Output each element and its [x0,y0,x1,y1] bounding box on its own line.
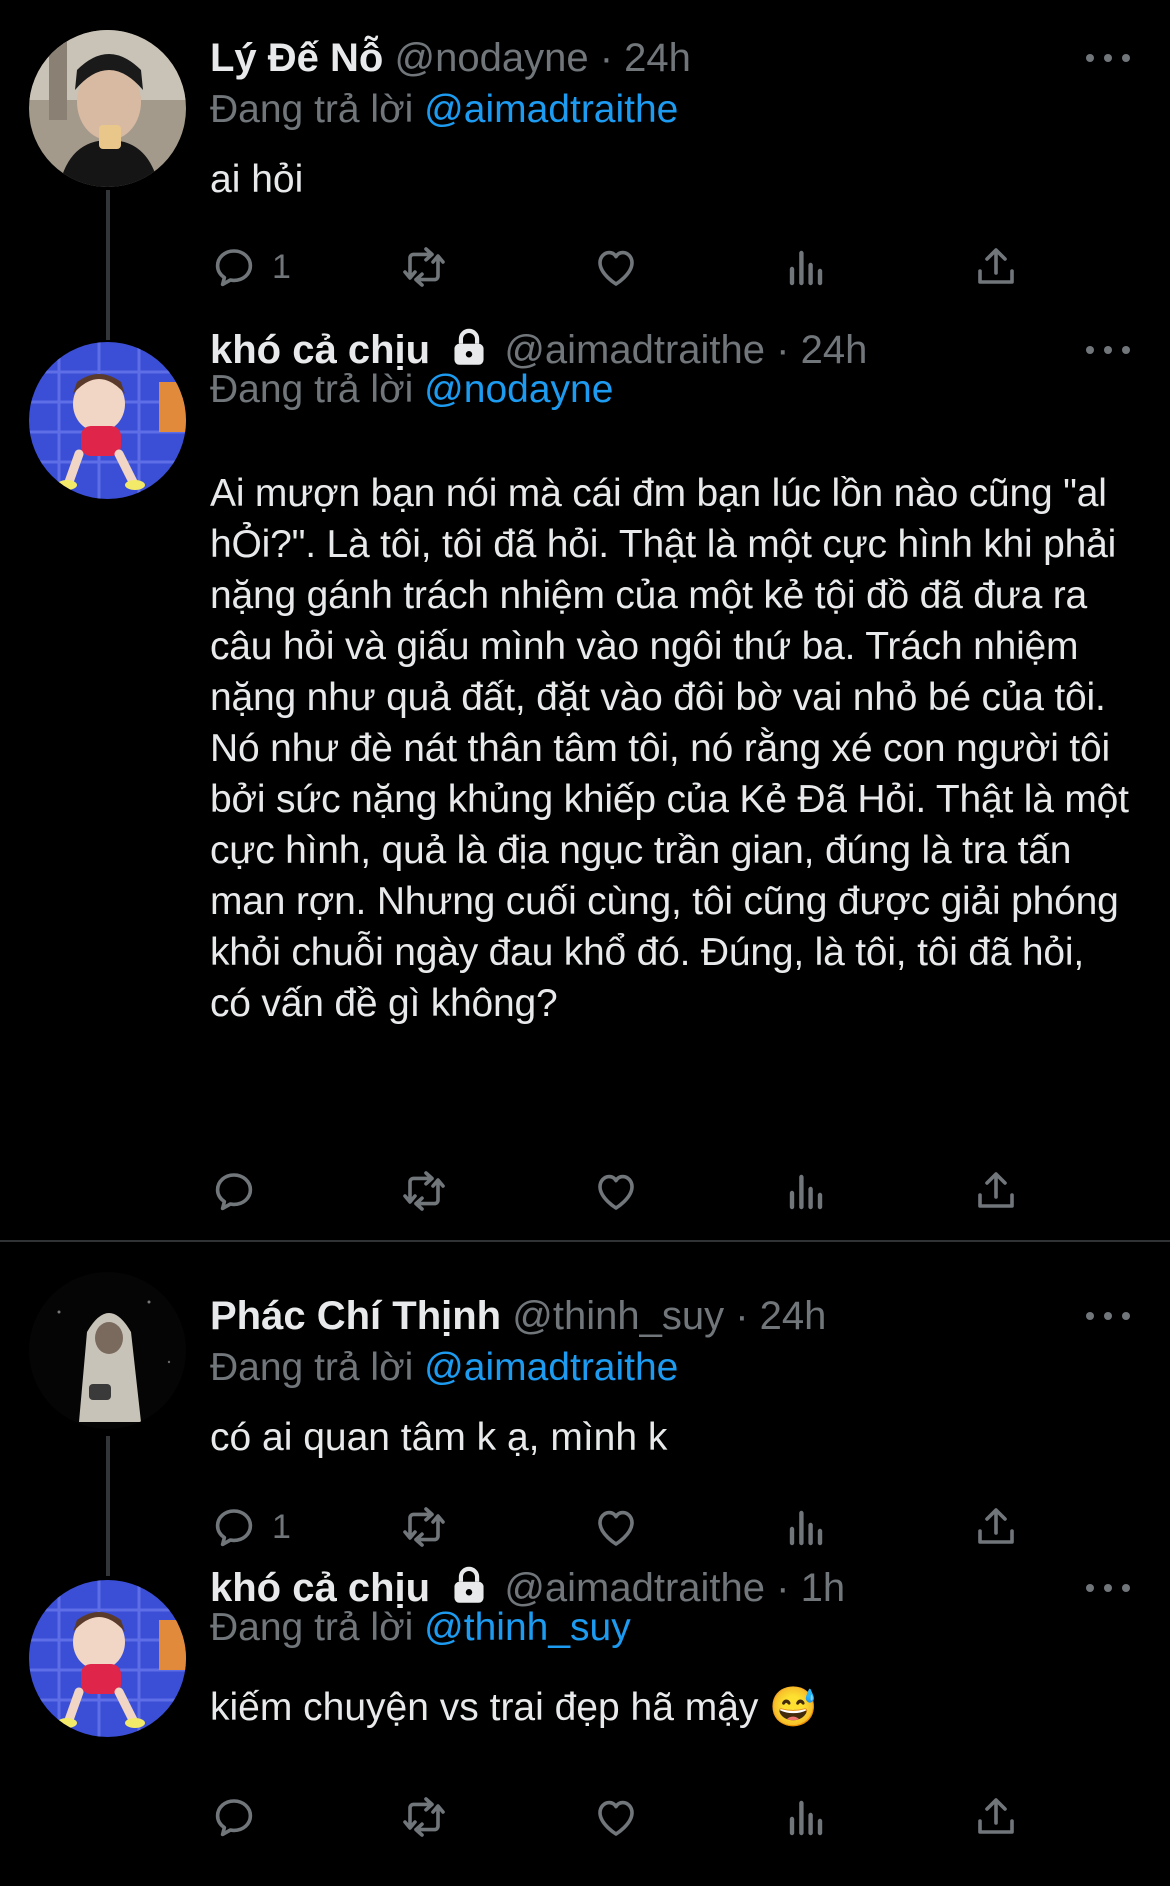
thread-line [106,1436,110,1576]
replying-to: Đang trả lời @aimadtraithe [210,86,678,134]
tweet-header: Phác Chí Thịnh @thinh_suy · 24h [210,1292,826,1340]
retweet-icon [403,1507,445,1547]
reply-icon [215,1509,253,1547]
views-icon [789,1510,823,1546]
share-button[interactable] [972,242,1020,292]
more-icon[interactable] [1086,1578,1130,1598]
retweet-button[interactable] [400,1166,448,1216]
share-icon [978,248,1014,284]
tweet-text: ai hỏi [210,158,304,201]
views-icon [789,250,823,286]
action-bar: 1 [210,242,1040,292]
reply-count: 1 [272,1507,291,1546]
tweet-header: Lý Đế Nỗ @nodayne · 24h [210,34,691,82]
replying-to-label: Đang trả lời [210,368,414,411]
handle[interactable]: @nodayne [394,36,588,80]
tweet-1[interactable]: Lý Đế Nỗ @nodayne · 24h Đang trả lời @ai… [0,0,1170,340]
share-button[interactable] [972,1502,1020,1552]
share-icon [978,1172,1014,1208]
separator-dot: · [735,1294,749,1338]
views-icon [789,1800,823,1836]
mention-link[interactable]: @nodayne [424,368,613,411]
like-button[interactable] [592,1166,640,1216]
views-icon [789,1174,823,1210]
replying-to-label: Đang trả lời [210,88,414,131]
mention-link[interactable]: @aimadtraithe [424,1346,678,1389]
thread-divider [0,1240,1170,1242]
more-icon[interactable] [1086,1306,1130,1326]
reply-button[interactable]: 1 [210,242,291,292]
reply-icon [215,249,253,287]
reply-count: 1 [272,247,291,286]
retweet-icon [403,1797,445,1837]
like-button[interactable] [592,1792,640,1842]
more-icon[interactable] [1086,48,1130,68]
tweet-text: Ai mượn bạn nói mà cái đm bạn lúc lồn nà… [210,472,1129,1025]
heart-icon [598,250,634,286]
replying-to: Đang trả lời @nodayne [210,366,613,414]
replying-to-label: Đang trả lời [210,1606,414,1649]
share-icon [978,1798,1014,1834]
views-button[interactable] [782,1792,830,1842]
heart-icon [598,1510,634,1546]
separator-dot: · [776,328,790,373]
share-icon [978,1508,1014,1544]
retweet-button[interactable] [400,1792,448,1842]
tweet-3[interactable]: Phác Chí Thịnh @thinh_suy · 24h Đang trả… [0,1250,1170,1576]
reply-icon [215,1799,253,1837]
timestamp[interactable]: 1h [801,1566,846,1610]
display-name[interactable]: Lý Đế Nỗ [210,36,383,80]
retweet-button[interactable] [400,1502,448,1552]
replying-to-label: Đang trả lời [210,1346,414,1389]
like-button[interactable] [592,1502,640,1552]
separator-dot: · [776,1566,790,1611]
share-button[interactable] [972,1166,1020,1216]
display-name[interactable]: Phác Chí Thịnh [210,1294,501,1338]
avatar[interactable] [29,1580,186,1737]
timestamp[interactable]: 24h [801,328,868,372]
avatar[interactable] [29,342,186,499]
tweet-4[interactable]: khó cả chịu @aimadtraithe · 1h Đang trả … [0,1566,1170,1886]
retweet-icon [403,1171,445,1211]
avatar[interactable] [29,30,186,187]
heart-icon [598,1174,634,1210]
tweet-text: có ai quan tâm k ạ, mình k [210,1416,668,1459]
retweet-icon [403,247,445,287]
avatar[interactable] [29,1272,186,1429]
reply-button[interactable]: 1 [210,1502,291,1552]
tweet-2[interactable]: khó cả chịu @aimadtraithe · 24h Đang trả… [0,328,1170,1240]
heart-icon [598,1800,634,1836]
timestamp[interactable]: 24h [760,1294,827,1338]
more-icon[interactable] [1086,340,1130,360]
action-bar [210,1166,1040,1216]
share-button[interactable] [972,1792,1020,1842]
tweet-text: kiếm chuyện vs trai đẹp hã mậy 😅 [210,1686,818,1729]
reply-icon [215,1173,253,1211]
action-bar [210,1792,1040,1842]
retweet-button[interactable] [400,242,448,292]
views-button[interactable] [782,242,830,292]
like-button[interactable] [592,242,640,292]
thread-line [106,190,110,340]
reply-button[interactable] [210,1792,272,1842]
handle[interactable]: @thinh_suy [512,1294,724,1338]
separator-dot: · [599,36,614,80]
views-button[interactable] [782,1166,830,1216]
replying-to: Đang trả lời @aimadtraithe [210,1344,678,1392]
mention-link[interactable]: @thinh_suy [424,1606,631,1649]
action-bar: 1 [210,1502,1040,1552]
mention-link[interactable]: @aimadtraithe [424,88,678,131]
reply-button[interactable] [210,1166,272,1216]
replying-to: Đang trả lời @thinh_suy [210,1604,631,1652]
timestamp[interactable]: 24h [624,36,691,80]
views-button[interactable] [782,1502,830,1552]
